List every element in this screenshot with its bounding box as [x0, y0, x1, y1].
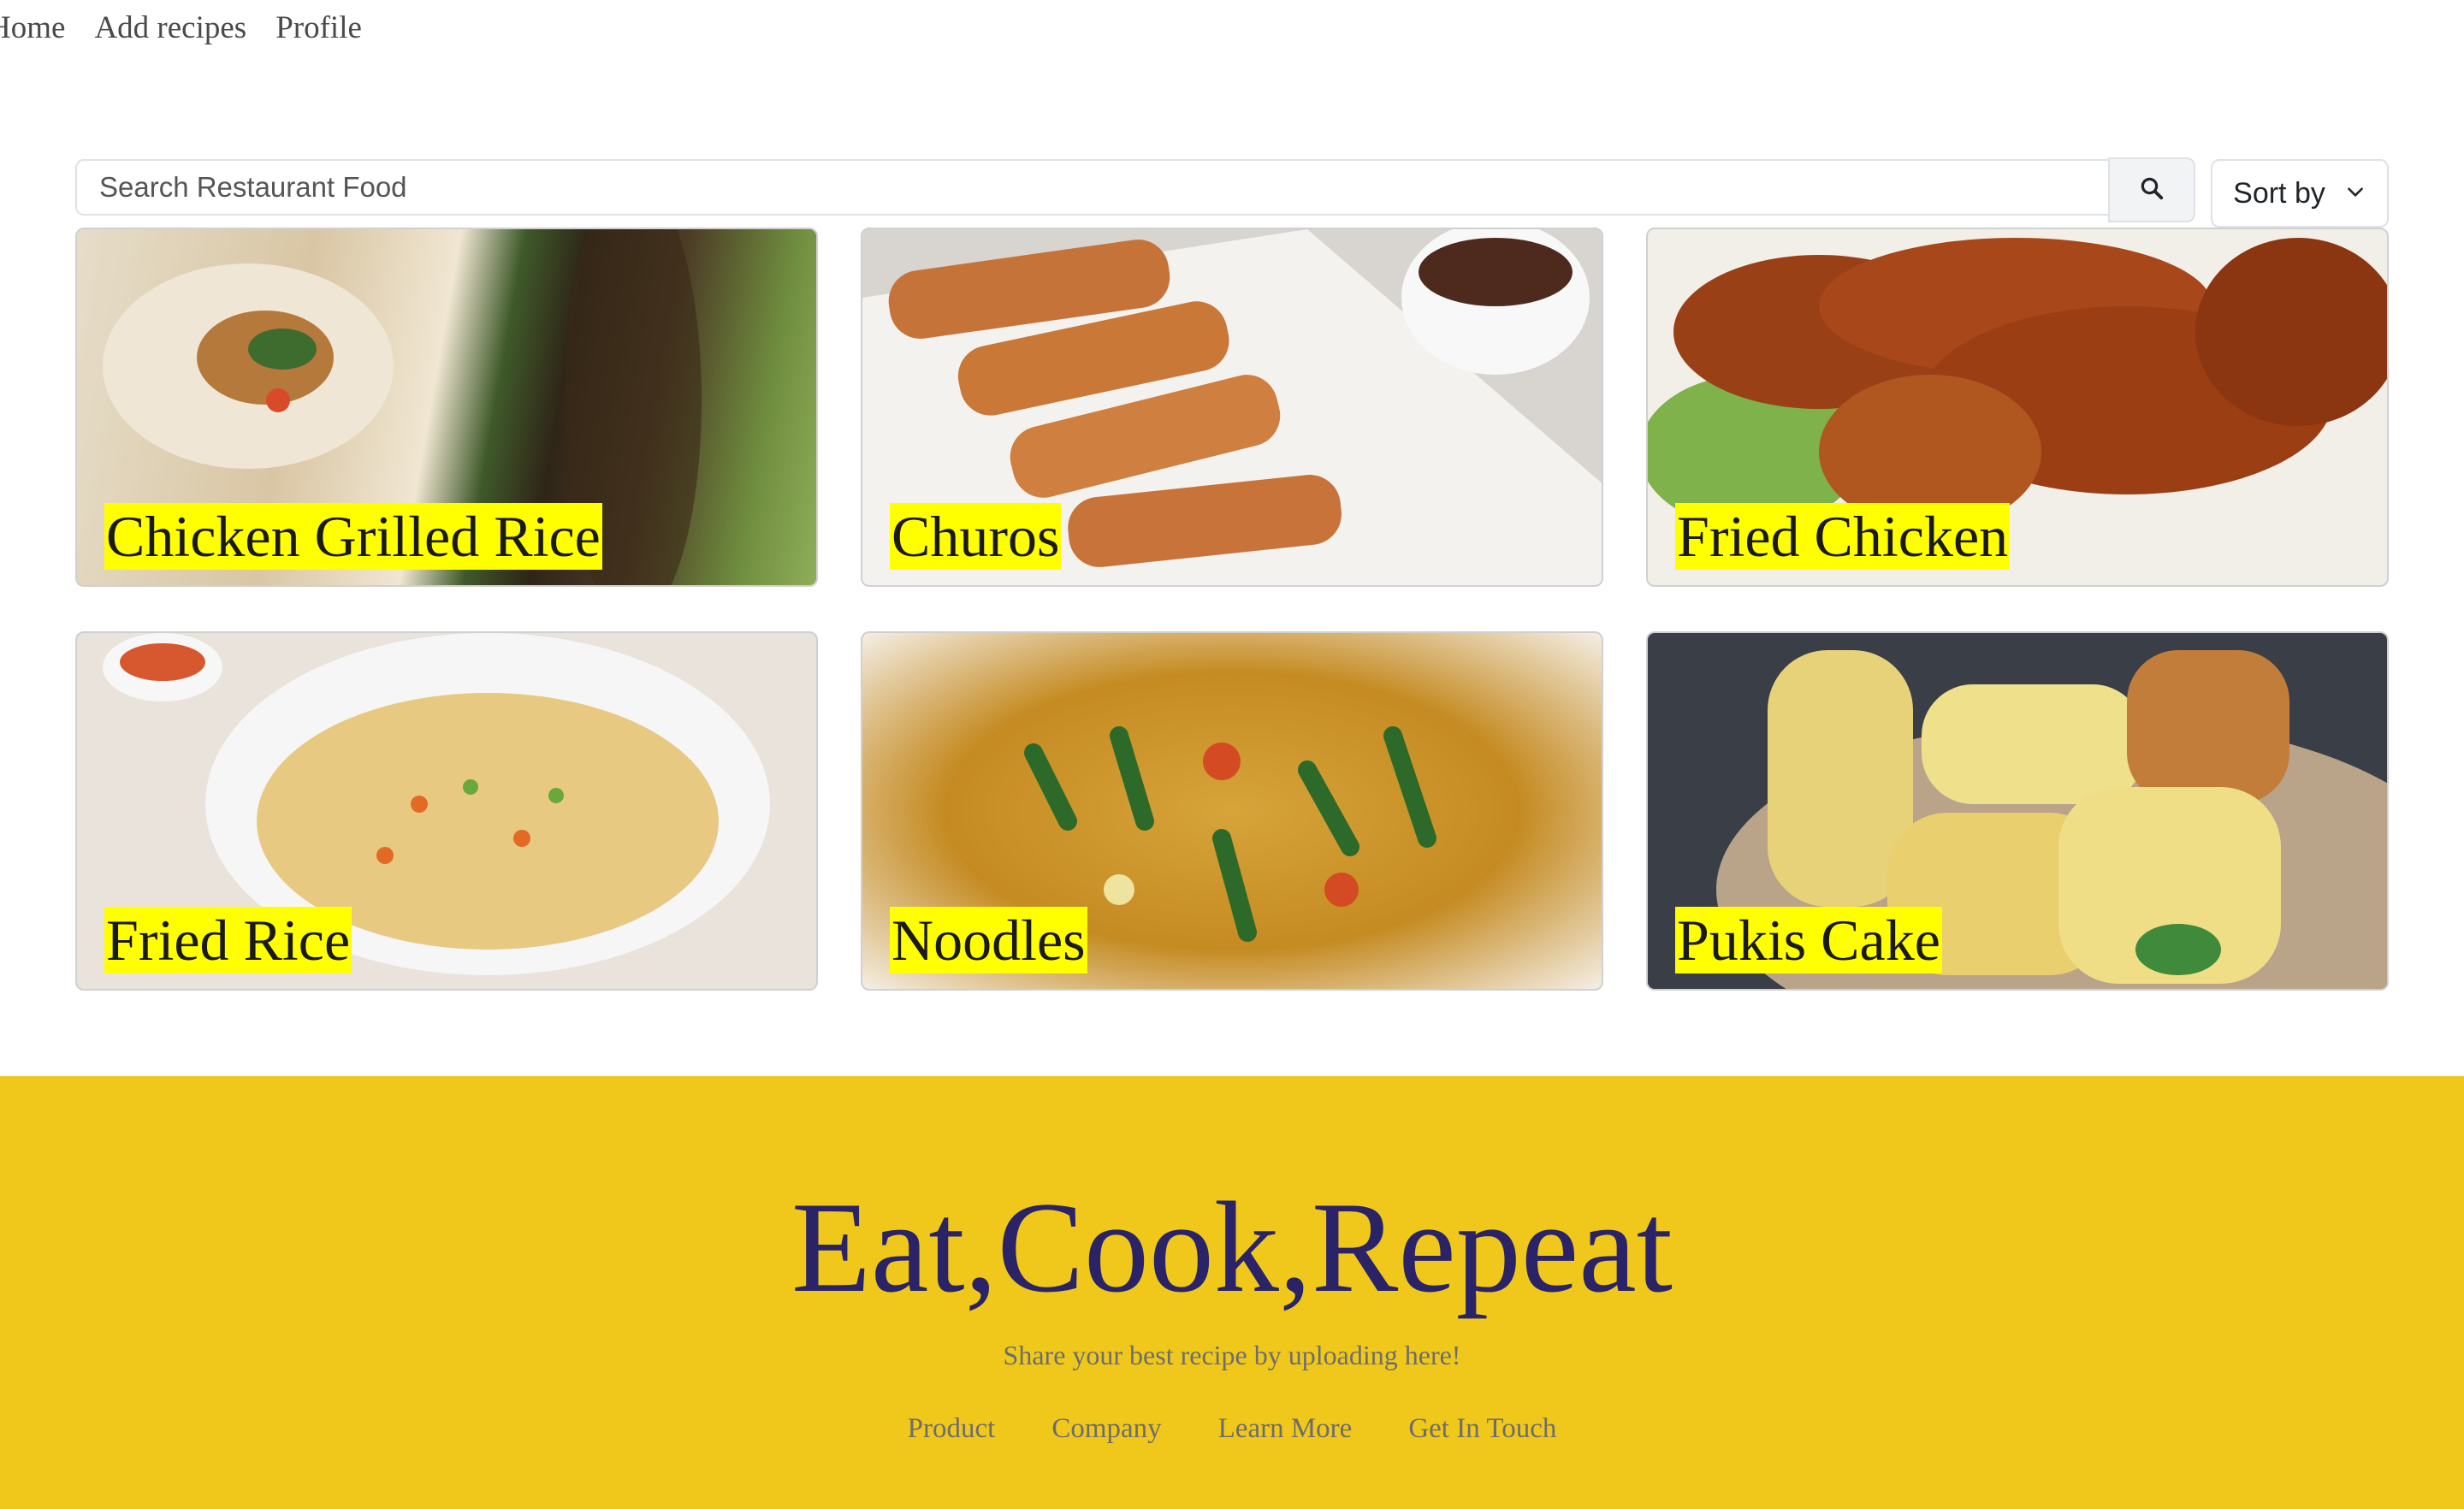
search-button[interactable] — [2108, 157, 2195, 222]
recipe-card[interactable]: Pukis Cake — [1646, 631, 2389, 991]
search-bar — [75, 157, 2195, 222]
nav-home-link[interactable]: Home — [0, 9, 65, 46]
chevron-down-icon — [2344, 177, 2366, 210]
recipe-title: Fried Rice — [104, 907, 352, 973]
recipe-title: Chicken Grilled Rice — [104, 503, 602, 570]
recipe-title: Noodles — [890, 907, 1087, 973]
recipe-card[interactable]: Fried Rice — [75, 631, 818, 991]
top-nav: Home Add recipes Profile — [0, 0, 362, 55]
recipe-card[interactable]: Chicken Grilled Rice — [75, 228, 818, 587]
recipe-card[interactable]: Fried Chicken — [1646, 228, 2389, 587]
search-input[interactable] — [75, 159, 2108, 216]
footer: Eat,Cook,Repeat Share your best recipe b… — [0, 1076, 2464, 1509]
footer-links: Product Company Learn More Get In Touch — [0, 1413, 2464, 1445]
recipe-title: Fried Chicken — [1675, 503, 2011, 570]
sort-by-dropdown[interactable]: Sort by — [2211, 159, 2389, 228]
search-icon — [2139, 175, 2165, 205]
recipe-card[interactable]: Churos — [861, 228, 1603, 587]
nav-add-recipes-link[interactable]: Add recipes — [94, 9, 246, 46]
nav-profile-link[interactable]: Profile — [275, 9, 362, 46]
recipe-title: Churos — [890, 503, 1062, 570]
footer-link-get-in-touch[interactable]: Get In Touch — [1408, 1413, 1556, 1445]
recipe-card[interactable]: Noodles — [861, 631, 1603, 991]
footer-link-company[interactable]: Company — [1051, 1413, 1161, 1445]
footer-link-product[interactable]: Product — [908, 1413, 996, 1445]
footer-link-learn-more[interactable]: Learn More — [1218, 1413, 1353, 1445]
footer-title: Eat,Cook,Repeat — [791, 1175, 1673, 1319]
footer-subtitle: Share your best recipe by uploading here… — [1003, 1340, 1461, 1370]
sort-by-label: Sort by — [2233, 176, 2325, 210]
recipe-title: Pukis Cake — [1675, 907, 1942, 973]
